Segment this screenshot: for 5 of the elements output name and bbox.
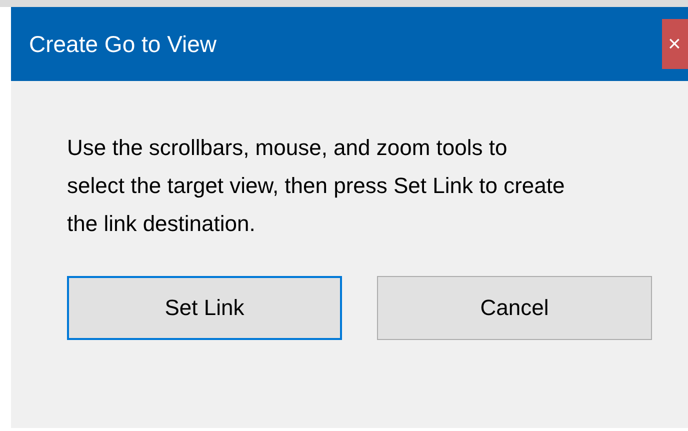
close-button[interactable]: × (662, 19, 688, 69)
message-text: Use the scrollbars, mouse, and zoom tools to select the target view, then press Set Link to create the link destination. (67, 134, 566, 238)
dialog-button[interactable]: Set Link (67, 276, 342, 340)
dialog-button[interactable]: Cancel (377, 276, 652, 340)
window-title: Create Go to View (29, 30, 217, 58)
